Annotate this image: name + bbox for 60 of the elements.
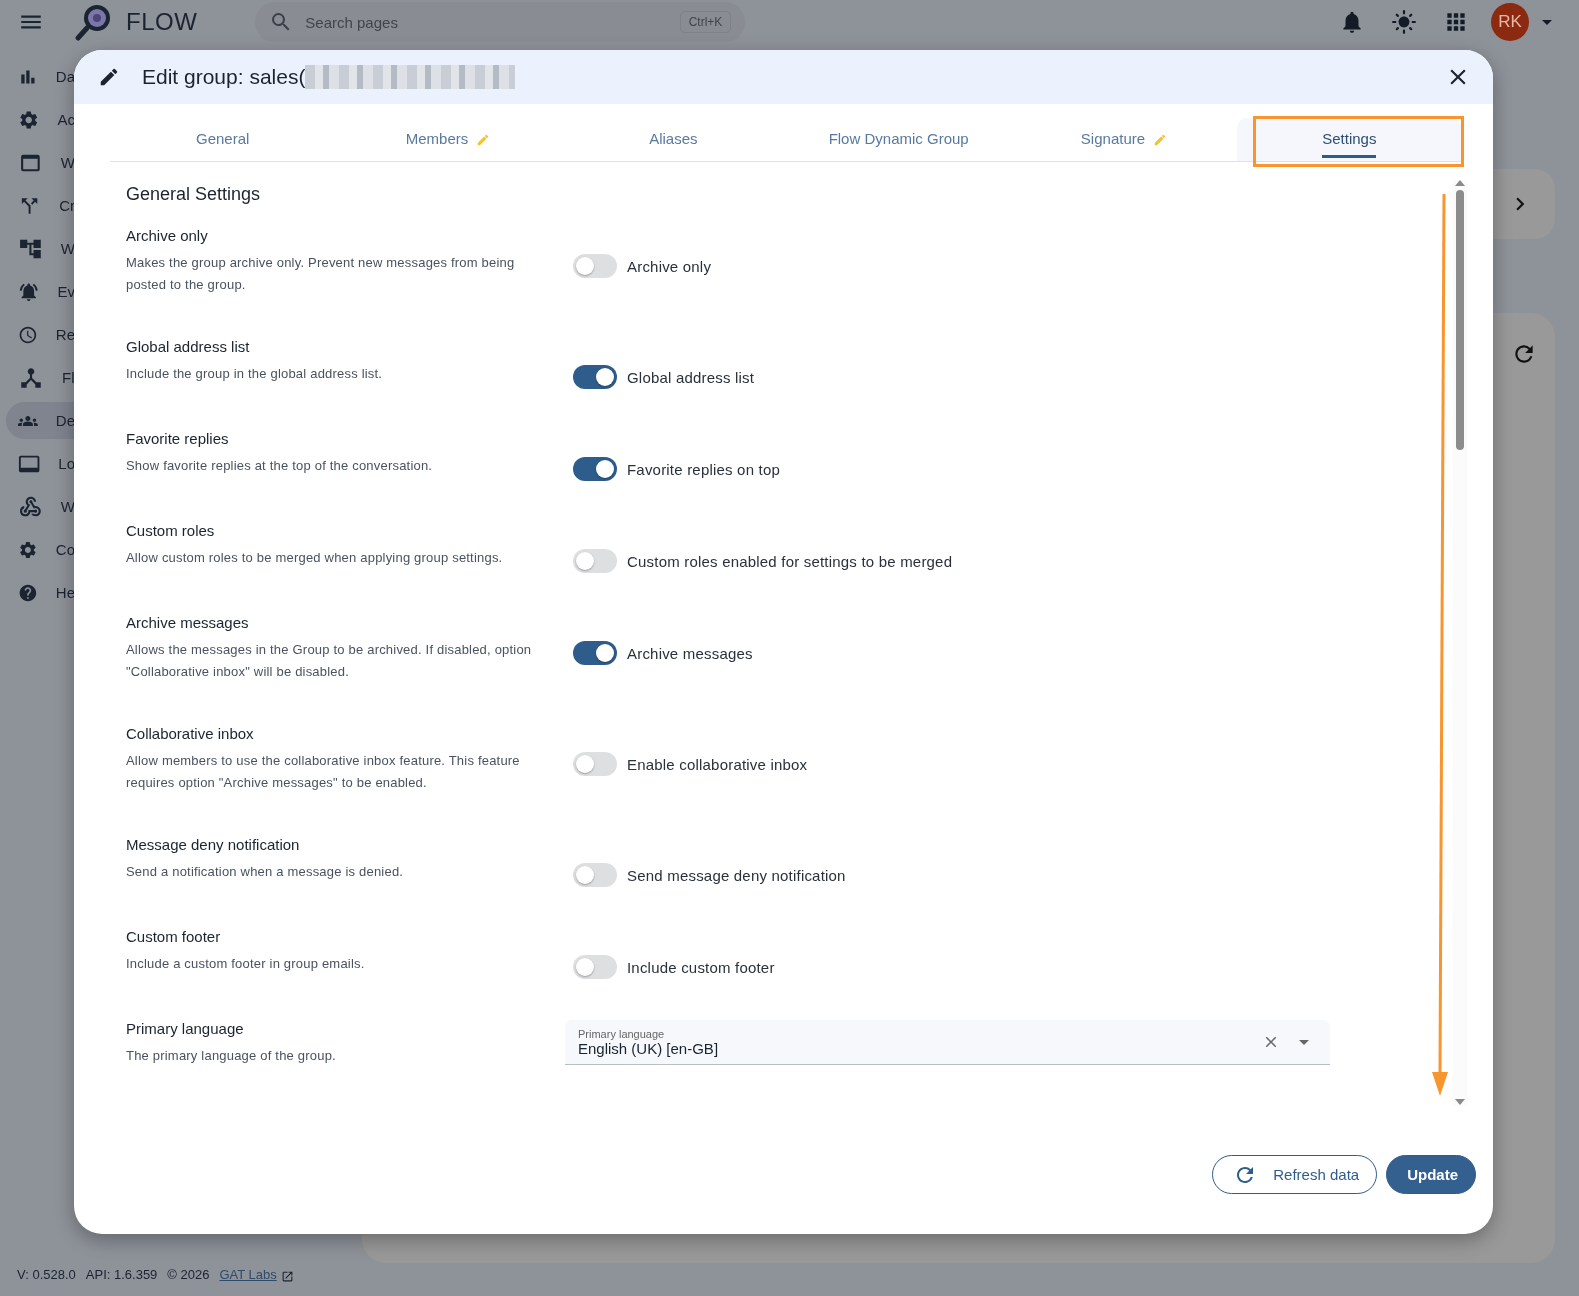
section-title: General Settings	[126, 184, 262, 205]
search-field[interactable]: Search pages Ctrl+K	[255, 2, 746, 42]
sidebar-item[interactable]: Da	[6, 58, 75, 95]
tab[interactable]: Signature	[1011, 118, 1237, 161]
tab[interactable]: Settings	[1236, 118, 1462, 161]
field-value: English (UK) [en-GB]	[578, 1039, 720, 1057]
copyright-text: © 2026	[167, 1267, 210, 1282]
setting-description: Include the group in the global address list.	[126, 365, 384, 383]
setting-title: Collaborative inbox	[126, 725, 255, 742]
setting-description: Makes the group archive only. Prevent new messages from being posted to the group.	[126, 254, 516, 294]
sidebar-item[interactable]: De	[6, 402, 75, 439]
toggle-label: Enable collaborative inbox	[627, 755, 808, 773]
sidebar-item[interactable]: Re	[6, 316, 75, 353]
setting-description: Include a custom footer in group emails.	[126, 955, 366, 973]
shortcut-hint: Ctrl+K	[679, 11, 732, 33]
sidebar-item[interactable]: Cr	[6, 187, 75, 224]
setting-title: Custom roles	[126, 522, 216, 539]
tab[interactable]: General	[110, 118, 336, 161]
refresh-button[interactable]: Refresh data	[1212, 1155, 1378, 1194]
sidebar-item[interactable]: W	[6, 144, 75, 181]
api-version-text: API: 1.6.359	[85, 1267, 158, 1282]
setting-description: Show favorite replies at the top of the conversation.	[126, 457, 434, 475]
toggle-label: Favorite replies on top	[627, 460, 780, 478]
sidebar-item[interactable]: Ac	[6, 101, 75, 138]
dialog-title: Edit group: sales(	[142, 65, 306, 89]
update-button[interactable]: Update	[1386, 1155, 1476, 1194]
toggle-label: Archive only	[627, 257, 712, 275]
toggle-label: Send message deny notification	[627, 866, 846, 884]
toggle-label: Include custom footer	[627, 958, 775, 976]
sidebar-item[interactable]: Fl	[6, 359, 75, 396]
sidebar-item[interactable]: W	[6, 488, 75, 525]
setting-description: Allows the messages in the Group to be archived. If disabled, option "Collaborative inbox" will be disabled.	[126, 641, 533, 681]
tab[interactable]: Flow Dynamic Group	[786, 118, 1012, 161]
user-avatar[interactable]: RK	[1491, 3, 1529, 41]
toggle-label: Custom roles enabled for settings to be merged	[627, 552, 953, 570]
setting-description: Send a notification when a message is denied.	[126, 863, 405, 881]
company-link[interactable]: GAT Labs	[219, 1267, 277, 1282]
tab[interactable]: Aliases	[560, 118, 786, 161]
sidebar-item[interactable]: W	[6, 230, 75, 267]
language-select[interactable]: Primary language English (UK) [en-GB]	[565, 1020, 1330, 1065]
sidebar-item[interactable]: Ev	[6, 273, 75, 310]
sidebar-item[interactable]: Co	[6, 531, 75, 568]
setting-title: Favorite replies	[126, 430, 230, 447]
setting-title: Global address list	[126, 338, 251, 355]
sidebar-item[interactable]: He	[6, 574, 75, 611]
setting-title: Custom footer	[126, 928, 222, 945]
setting-title: Archive messages	[126, 614, 250, 631]
toggle-label: Global address list	[627, 368, 755, 386]
setting-description: Allow members to use the collaborative inbox feature. This feature requires option "Archive messages" to be enabled.	[126, 752, 521, 792]
toggle-label: Archive messages	[627, 644, 753, 662]
tab[interactable]: Members	[335, 118, 561, 161]
setting-title: Message deny notification	[126, 836, 301, 853]
brand-name: FLOW	[126, 8, 198, 36]
setting-description: The primary language of the group.	[126, 1047, 337, 1065]
setting-title: Archive only	[126, 227, 209, 244]
setting-description: Allow custom roles to be merged when applying group settings.	[126, 549, 504, 567]
setting-title: Primary language	[126, 1020, 245, 1037]
version-text: V: 0.528.0	[17, 1267, 76, 1282]
field-label: Primary language	[578, 1027, 666, 1040]
sidebar-item[interactable]: Lo	[6, 445, 75, 482]
